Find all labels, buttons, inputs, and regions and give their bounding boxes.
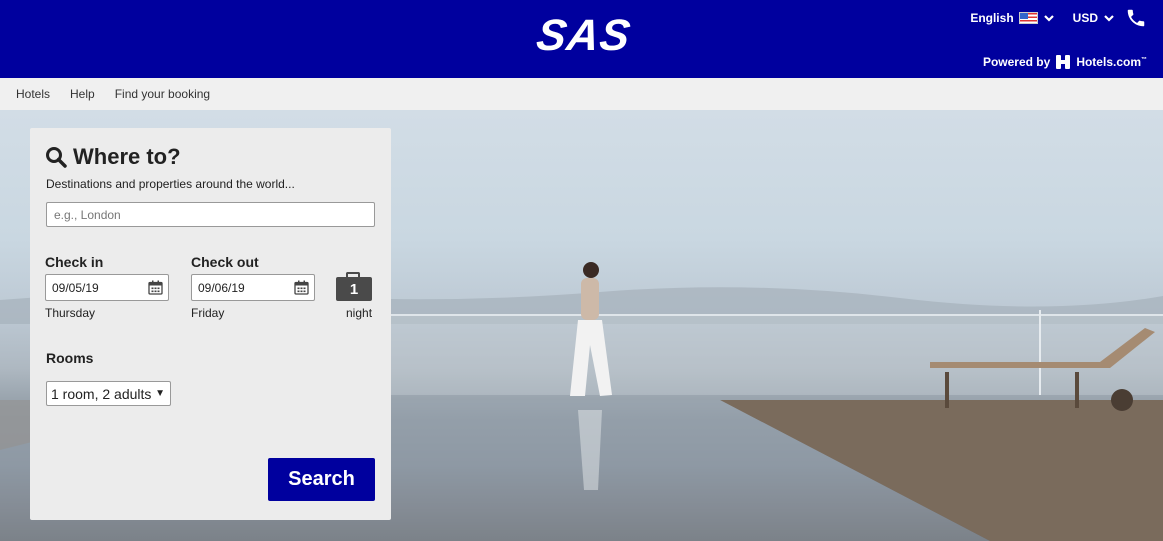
powered-by-label: Powered by [982, 55, 1051, 69]
currency-label: USD [1072, 11, 1098, 25]
language-selector[interactable]: English [970, 11, 1054, 25]
nav-item-hotels[interactable]: Hotels [16, 87, 50, 101]
hotels-logo-icon [1056, 55, 1071, 69]
sas-logo[interactable]: SAS [534, 11, 634, 60]
search-button[interactable]: Search [268, 458, 375, 501]
rooms-label: Rooms [46, 350, 94, 366]
search-panel: Where to? Destinations and properties ar… [30, 128, 391, 520]
check-in-label: Check in [45, 254, 104, 270]
rooms-value: 1 room, 2 adults [51, 385, 152, 402]
check-in-day: Thursday [45, 306, 96, 320]
panel-title: Where to? [45, 144, 181, 170]
search-icon [46, 147, 67, 168]
us-flag-icon [1018, 12, 1038, 24]
chevron-down-icon [1043, 15, 1054, 22]
powered-by: Powered by Hotels.com™ [983, 54, 1147, 70]
calendar-icon [148, 280, 163, 295]
chevron-down-icon [1104, 15, 1114, 22]
language-label: English [970, 11, 1014, 25]
where-to-heading: Where to? [73, 144, 181, 169]
currency-selector[interactable]: USD [1073, 11, 1115, 25]
nights-label: night [346, 306, 373, 320]
check-out-label: Check out [191, 254, 259, 270]
check-out-day: Friday [191, 306, 225, 320]
partner-name[interactable]: Hotels.com™ [1076, 55, 1147, 69]
check-in-field[interactable]: 09/05/19 [45, 274, 169, 301]
destination-input[interactable] [46, 202, 375, 227]
suitcase-icon: 1 [336, 272, 372, 301]
search-subtitle: Destinations and properties around the w… [46, 177, 295, 191]
main-nav: Hotels Help Find your booking [0, 78, 1163, 110]
phone-icon[interactable] [1125, 7, 1147, 29]
nights-count: 1 [336, 277, 372, 301]
nav-item-help[interactable]: Help [70, 87, 95, 101]
dropdown-caret-icon: ▼ [155, 388, 165, 399]
top-header: SAS English USD Powered by Hotels.com™ [0, 0, 1163, 78]
rooms-select[interactable]: 1 room, 2 adults ▼ [46, 381, 171, 406]
check-out-field[interactable]: 09/06/19 [191, 274, 315, 301]
check-in-value: 09/05/19 [52, 280, 99, 295]
calendar-icon [294, 280, 309, 295]
nav-item-find-booking[interactable]: Find your booking [115, 87, 210, 101]
check-out-value: 09/06/19 [198, 280, 245, 295]
utility-menu: English USD [970, 6, 1147, 30]
